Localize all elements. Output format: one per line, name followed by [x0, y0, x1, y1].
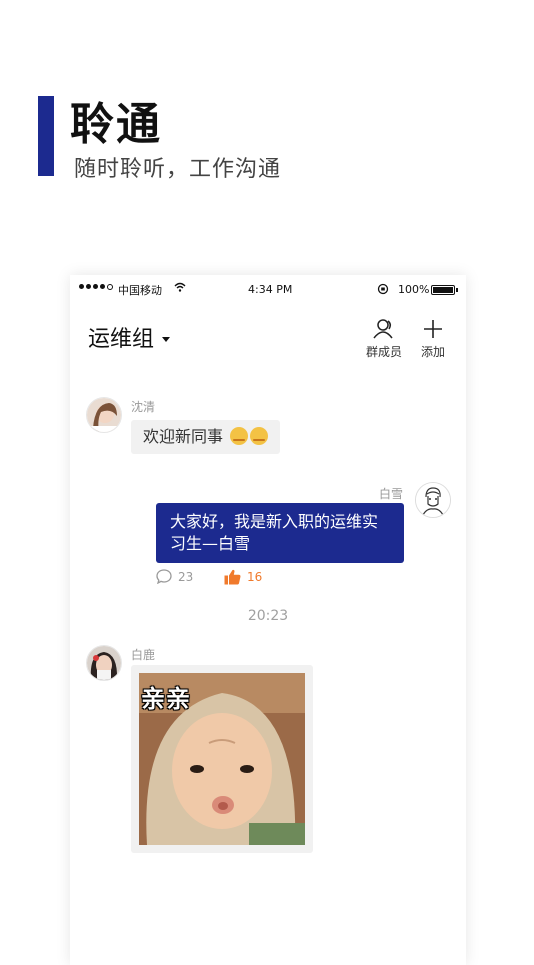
like-count[interactable]: 16	[224, 569, 262, 585]
message-bubble[interactable]: 大家好，我是新入职的运维实习生—白雪	[156, 503, 404, 563]
hero-accent-bar	[38, 96, 54, 176]
avatar-photo	[87, 398, 121, 432]
avatar[interactable]	[415, 482, 451, 518]
sender-name: 白雪	[379, 487, 404, 501]
chevron-down-icon	[162, 336, 171, 342]
sender-name: 白鹿	[131, 648, 156, 662]
message-bubble[interactable]: 欢迎新同事	[131, 420, 281, 454]
signal-icon	[79, 284, 113, 290]
avatar[interactable]	[86, 397, 122, 433]
like-count-value: 16	[247, 570, 263, 584]
battery-icon	[431, 285, 458, 295]
hero-subtitle: 随时聆听，工作沟通	[74, 157, 282, 182]
sender-name: 沈清	[131, 400, 156, 414]
sticker-image: 亲亲	[139, 673, 305, 845]
battery-percent: 100%	[398, 283, 430, 296]
lock-rotation-icon	[377, 283, 389, 295]
avatar[interactable]	[86, 645, 122, 681]
group-title: 运维组	[88, 327, 155, 352]
group-title-dropdown[interactable]: 运维组	[88, 321, 171, 353]
avatar-photo	[416, 483, 450, 517]
hero-title: 聆通	[70, 99, 162, 150]
thumbs-up-icon	[224, 569, 241, 585]
comment-count[interactable]: 23	[156, 569, 193, 584]
add-button[interactable]: 添加	[411, 319, 455, 360]
message-timestamp: 20:23	[247, 608, 289, 624]
avatar-photo	[87, 646, 121, 680]
members-icon	[373, 319, 393, 339]
message-text: 大家好，我是新入职的运维实习生—白雪	[170, 512, 379, 553]
status-time: 4:34 PM	[248, 283, 293, 296]
members-label: 群成员	[365, 345, 402, 359]
comment-icon	[156, 569, 172, 584]
status-bar: 中国移动 4:34 PM 100%	[70, 275, 466, 303]
message-text: 欢迎新同事	[143, 427, 224, 446]
plus-icon	[424, 320, 442, 338]
members-button[interactable]: 群成员	[362, 319, 406, 360]
sticker-message[interactable]: 亲亲	[131, 665, 313, 853]
party-face-icon	[230, 427, 249, 445]
wifi-icon	[174, 282, 186, 292]
sticker-caption: 亲亲	[141, 685, 191, 713]
add-label: 添加	[420, 345, 445, 359]
party-face-icon	[250, 427, 269, 445]
phone-screen: 中国移动 4:34 PM 100% 运维组 群成员 添加 沈清 欢迎新同事 白雪…	[70, 275, 466, 965]
carrier-label: 中国移动	[118, 284, 162, 297]
comment-count-value: 23	[178, 569, 194, 584]
